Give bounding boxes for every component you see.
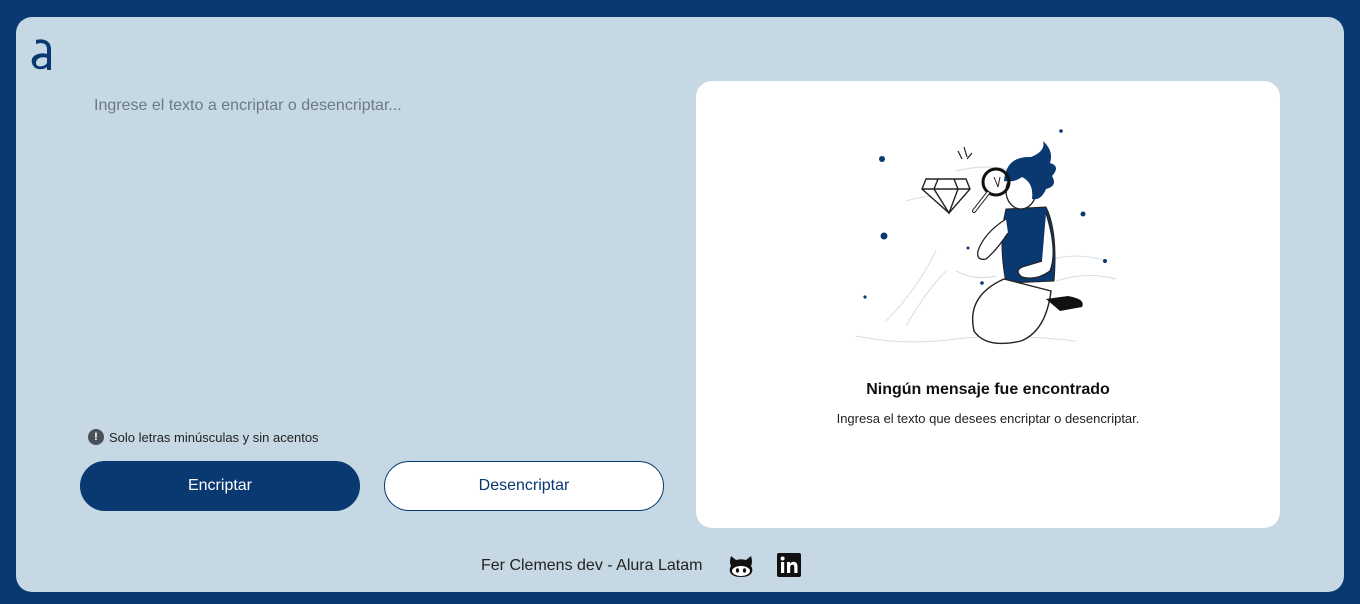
- input-hint: ! Solo letras minúsculas y sin acentos: [88, 429, 319, 445]
- decrypt-button[interactable]: Desencriptar: [384, 461, 664, 511]
- output-title: Ningún mensaje fue encontrado: [866, 381, 1110, 398]
- exclamation-circle-icon: !: [88, 429, 104, 445]
- github-icon[interactable]: [728, 554, 754, 578]
- encrypt-button[interactable]: Encriptar: [80, 461, 360, 511]
- person-with-magnifier-illustration: [855, 129, 1117, 345]
- output-panel: Ningún mensaje fue encontrado Ingresa el…: [696, 81, 1280, 528]
- alura-logo-icon: [31, 39, 51, 70]
- app-container: ! Solo letras minúsculas y sin acentos E…: [16, 17, 1344, 592]
- linkedin-icon[interactable]: [777, 553, 801, 577]
- text-input[interactable]: [94, 95, 664, 415]
- footer-credit: Fer Clemens dev - Alura Latam: [481, 557, 703, 574]
- hint-text: Solo letras minúsculas y sin acentos: [109, 429, 319, 445]
- output-subtitle: Ingresa el texto que desees encriptar o …: [836, 411, 1140, 426]
